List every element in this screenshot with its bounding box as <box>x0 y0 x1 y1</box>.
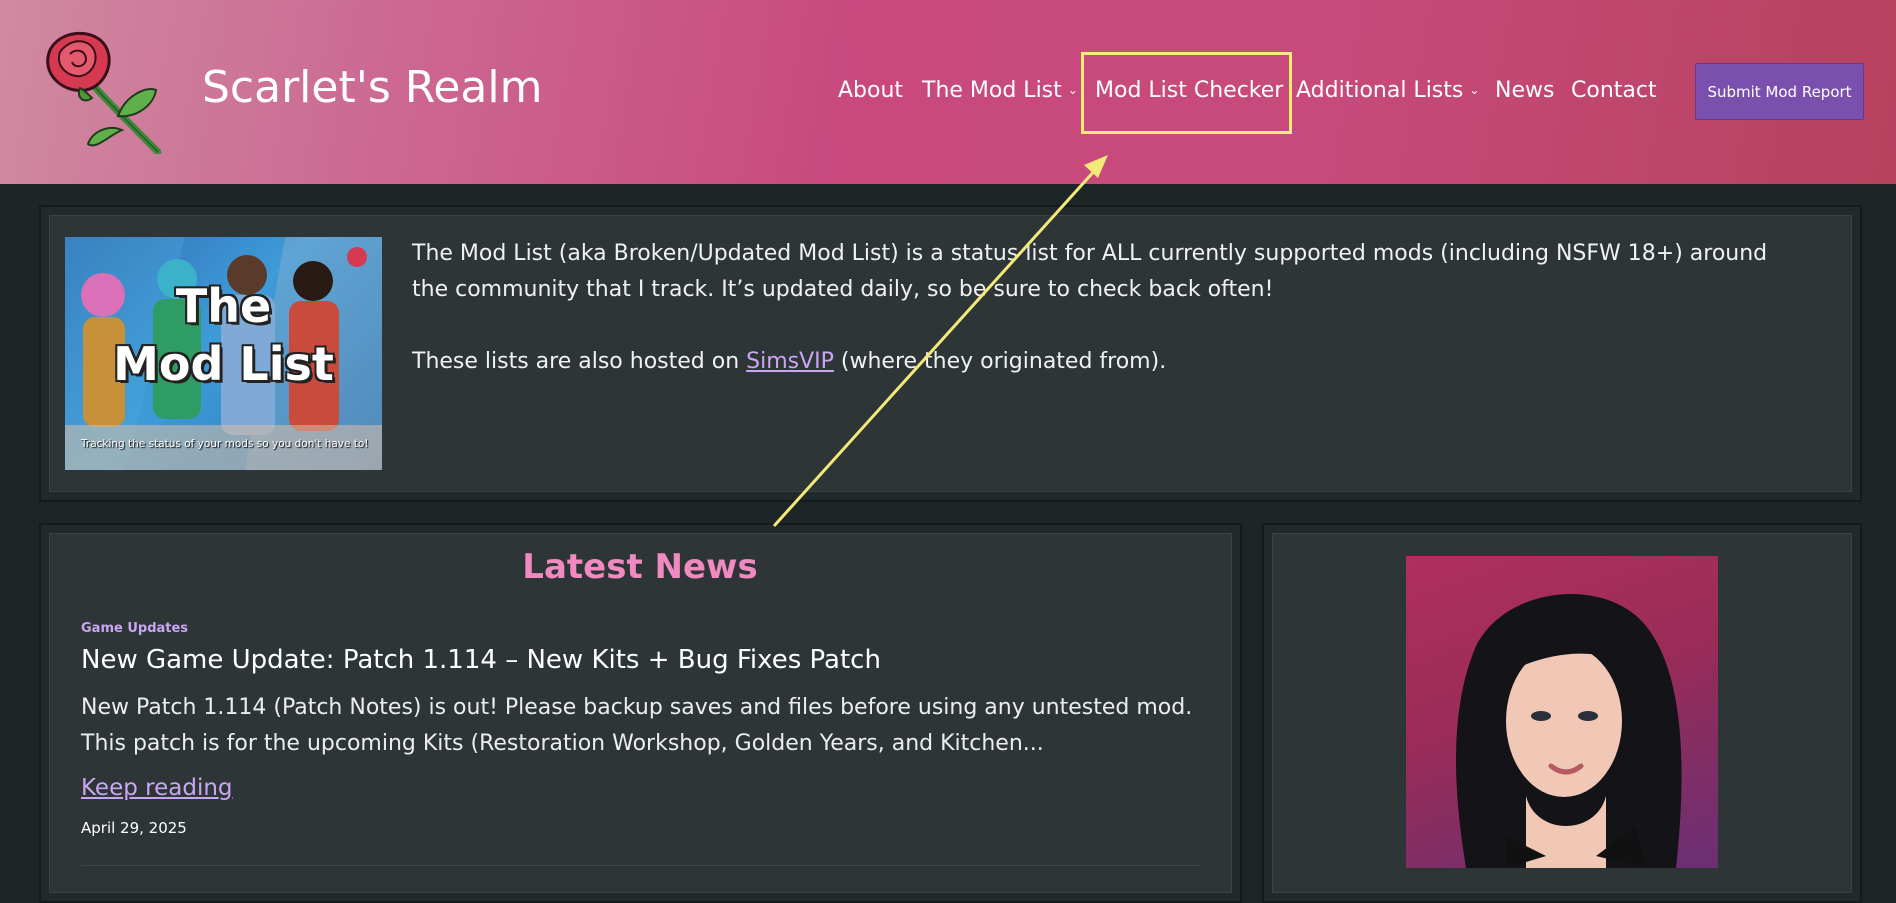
site-title[interactable]: Scarlet's Realm <box>202 62 542 113</box>
intro-paragraph-2: These lists are also hosted on SimsVIP (… <box>412 344 1792 380</box>
post-category[interactable]: Game Updates <box>81 621 188 636</box>
intro-paragraph-1: The Mod List (aka Broken/Updated Mod Lis… <box>412 241 1768 302</box>
nav-additional-lists-label: Additional Lists <box>1296 78 1464 103</box>
highlight-box <box>1081 52 1292 134</box>
post-divider <box>81 865 1201 866</box>
intro-paragraph-2-after: (where they originated from). <box>833 349 1167 374</box>
banner-title-line2: Mod List <box>113 337 334 391</box>
author-portrait <box>1406 556 1718 868</box>
nav-the-mod-list[interactable]: The Mod List ⌄ <box>922 78 1078 103</box>
banner-title-line1: The <box>175 279 272 333</box>
nav-additional-lists[interactable]: Additional Lists ⌄ <box>1296 78 1479 103</box>
keep-reading-link[interactable]: Keep reading <box>81 775 233 801</box>
post-excerpt: New Patch 1.114 (Patch Notes) is out! Pl… <box>81 695 1193 756</box>
portrait-illustration <box>1456 593 1682 868</box>
post-date: April 29, 2025 <box>81 819 187 837</box>
intro-text: The Mod List (aka Broken/Updated Mod Lis… <box>412 236 1792 416</box>
mod-list-banner-image: The Mod List Tracking the status of your… <box>65 237 382 470</box>
banner-caption: Tracking the status of your mods so you … <box>81 438 369 450</box>
chevron-down-icon: ⌄ <box>1067 83 1078 97</box>
rose-icon[interactable] <box>30 24 170 154</box>
simsvip-link[interactable]: SimsVIP <box>746 349 834 374</box>
nav-the-mod-list-label: The Mod List <box>922 78 1062 103</box>
latest-news-heading: Latest News <box>522 547 758 587</box>
intro-paragraph-2-before: These lists are also hosted on <box>412 349 747 374</box>
chevron-down-icon: ⌄ <box>1469 83 1480 97</box>
post-title[interactable]: New Game Update: Patch 1.114 – New Kits … <box>81 645 881 675</box>
site-header: Scarlet's Realm About The Mod List ⌄ Mod … <box>0 0 1896 184</box>
submit-mod-report-button[interactable]: Submit Mod Report <box>1695 63 1864 120</box>
banner-title: The Mod List <box>65 277 382 393</box>
nav-contact[interactable]: Contact <box>1571 78 1657 103</box>
nav-about[interactable]: About <box>838 78 903 103</box>
nav-news[interactable]: News <box>1495 78 1554 103</box>
